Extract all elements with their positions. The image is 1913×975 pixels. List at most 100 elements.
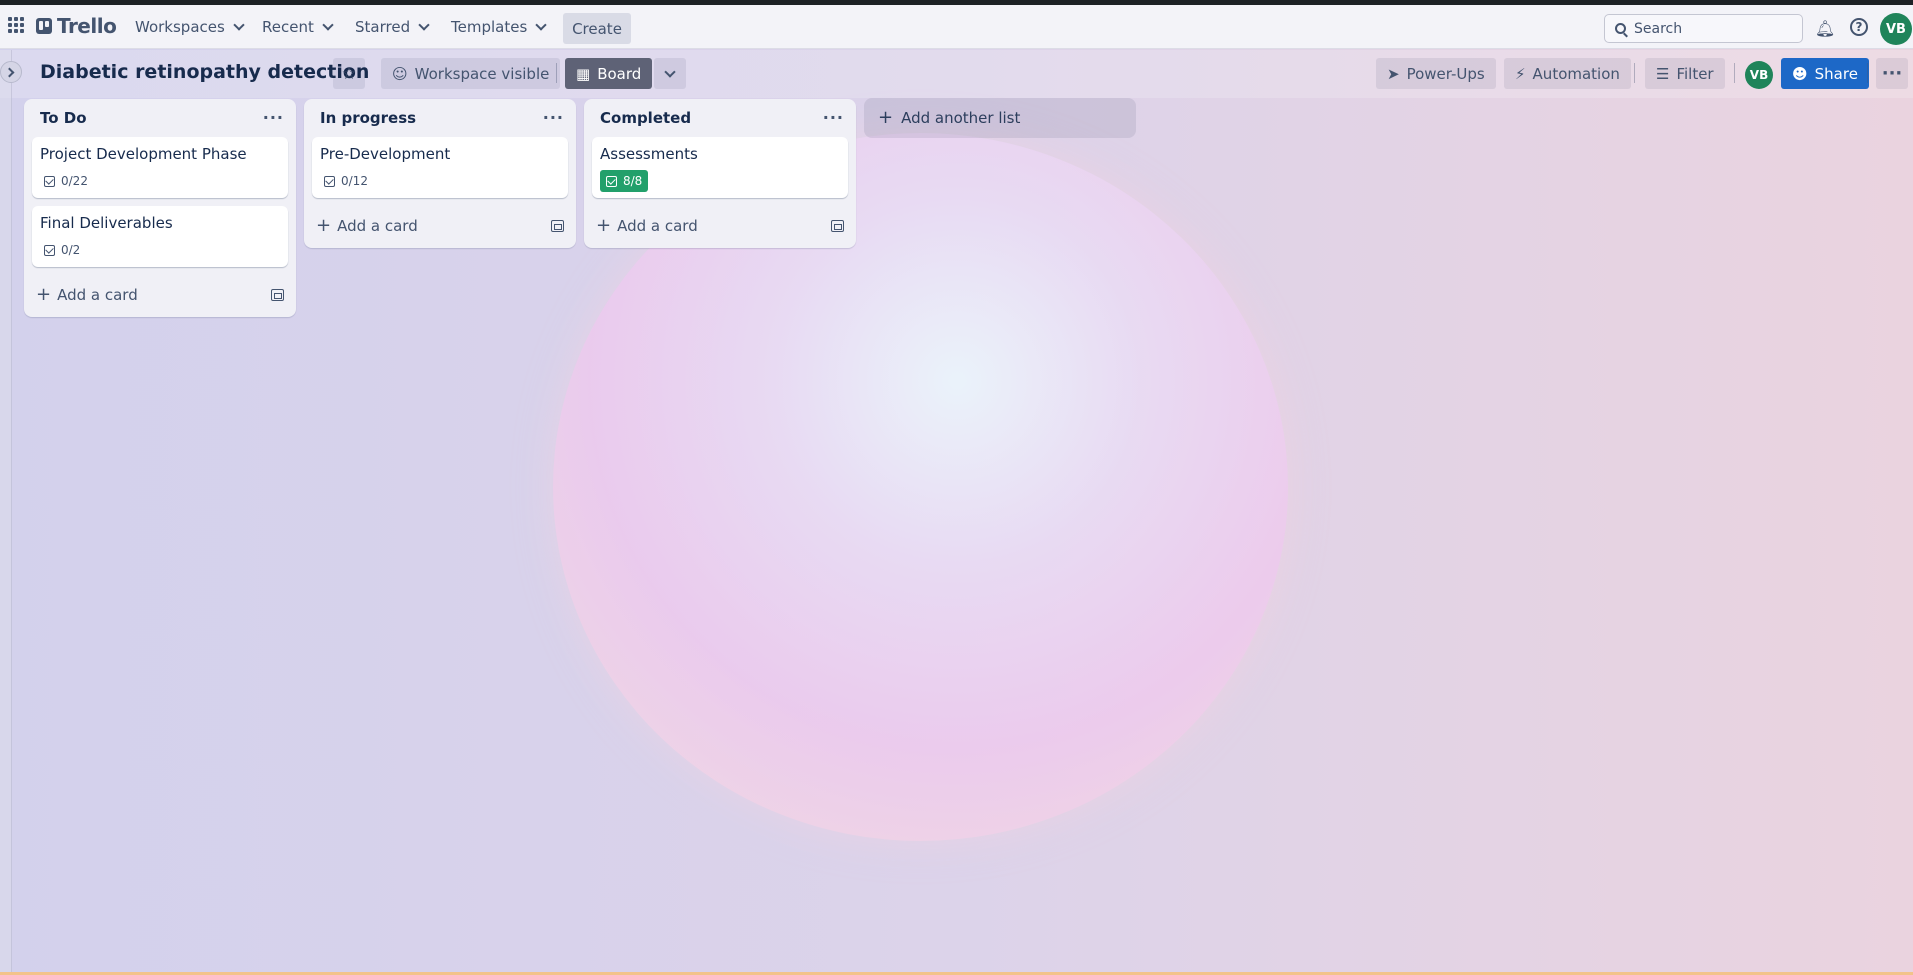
- plus-icon: +: [596, 215, 612, 236]
- card-title: Pre-Development: [320, 145, 451, 163]
- more-dots-icon: ···: [1881, 63, 1903, 84]
- add-card-button[interactable]: + Add a card: [36, 286, 138, 305]
- checklist-count: 8/8: [623, 174, 643, 188]
- rocket-icon: ➤: [1387, 64, 1400, 83]
- card-title: Assessments: [600, 145, 698, 163]
- board-title[interactable]: Diabetic retinopathy detection: [40, 61, 369, 83]
- card[interactable]: Project Development Phase 0/22: [32, 137, 288, 198]
- lightning-icon: ⚡︎: [1515, 64, 1526, 83]
- nav-workspaces-label: Workspaces: [135, 18, 225, 36]
- star-board-button[interactable]: ☆: [333, 58, 365, 89]
- share-person-icon: ☻: [1792, 64, 1808, 83]
- card[interactable]: Final Deliverables 0/2: [32, 206, 288, 267]
- chevron-down-icon: [535, 19, 547, 31]
- nav-templates[interactable]: Templates: [441, 13, 555, 41]
- list-title[interactable]: Completed: [600, 109, 691, 127]
- account-avatar[interactable]: VB: [1880, 13, 1912, 45]
- add-another-list-button[interactable]: + Add another list: [864, 98, 1136, 138]
- nav-recent[interactable]: Recent: [252, 13, 342, 41]
- divider: [556, 63, 557, 83]
- share-label: Share: [1814, 64, 1858, 83]
- card[interactable]: Pre-Development 0/12: [312, 137, 568, 198]
- create-button[interactable]: Create: [563, 13, 631, 44]
- views-dropdown-button[interactable]: [654, 58, 686, 89]
- create-from-template-icon[interactable]: [551, 220, 564, 232]
- filter-icon: ☰: [1656, 64, 1670, 83]
- filter-label: Filter: [1676, 64, 1714, 83]
- app-switcher-icon[interactable]: [8, 17, 26, 35]
- checklist-badge: 0/2: [40, 239, 84, 261]
- add-card-row: + Add a card: [304, 206, 576, 246]
- list-header: In progress ···: [304, 99, 576, 137]
- checklist-count: 0/2: [61, 243, 81, 257]
- trello-logo[interactable]: Trello: [36, 14, 117, 38]
- collapsed-sidebar: [0, 50, 12, 975]
- automation-label: Automation: [1532, 64, 1620, 83]
- nav-recent-label: Recent: [262, 18, 314, 36]
- board-view-button[interactable]: ▦ Board: [565, 58, 653, 89]
- nav-starred[interactable]: Starred: [345, 13, 438, 41]
- board-member-avatar[interactable]: VB: [1745, 61, 1773, 89]
- list-actions-icon[interactable]: ···: [823, 110, 844, 126]
- filter-button[interactable]: ☰ Filter: [1645, 58, 1725, 89]
- notifications-bell-icon[interactable]: 🔔︎: [1815, 18, 1835, 38]
- board-view-label: Board: [597, 64, 642, 83]
- help-icon[interactable]: ?: [1850, 18, 1868, 36]
- add-card-label: Add a card: [337, 217, 418, 235]
- list-title[interactable]: To Do: [40, 109, 87, 127]
- list-header: To Do ···: [24, 99, 296, 137]
- divider: [1634, 63, 1635, 83]
- checklist-icon: [44, 244, 55, 256]
- chevron-down-icon: [322, 19, 334, 31]
- people-icon: ☺: [392, 64, 408, 83]
- search-box[interactable]: [1604, 14, 1803, 43]
- add-card-row: + Add a card: [584, 206, 856, 246]
- visibility-label: Workspace visible: [414, 64, 550, 83]
- plus-icon: +: [316, 215, 332, 236]
- add-card-label: Add a card: [57, 286, 138, 304]
- search-icon: [1615, 23, 1626, 34]
- nav-starred-label: Starred: [355, 18, 411, 36]
- add-card-button[interactable]: + Add a card: [316, 215, 418, 236]
- board-view-icon: ▦: [576, 64, 591, 83]
- star-icon: ☆: [341, 63, 357, 84]
- checklist-badge-complete: 8/8: [600, 170, 649, 192]
- checklist-badge: 0/12: [320, 170, 372, 192]
- nav-templates-label: Templates: [451, 18, 528, 36]
- list-actions-icon[interactable]: ···: [263, 110, 284, 126]
- list-actions-icon[interactable]: ···: [543, 110, 564, 126]
- automation-button[interactable]: ⚡︎ Automation: [1504, 58, 1631, 89]
- list-title[interactable]: In progress: [320, 109, 416, 127]
- checklist-count: 0/12: [341, 174, 368, 188]
- checklist-badge: 0/22: [40, 170, 92, 192]
- list-header: Completed ···: [584, 99, 856, 137]
- create-from-template-icon[interactable]: [271, 289, 284, 301]
- visibility-button[interactable]: ☺ Workspace visible: [381, 58, 561, 89]
- add-card-button[interactable]: + Add a card: [596, 215, 698, 236]
- chevron-down-icon: [233, 19, 245, 31]
- board-menu-button[interactable]: ···: [1876, 58, 1908, 89]
- list-completed: Completed ··· Assessments 8/8 + Add a ca…: [584, 99, 856, 248]
- plus-icon: +: [878, 107, 894, 128]
- checklist-icon: [606, 175, 617, 187]
- card[interactable]: Assessments 8/8: [592, 137, 848, 198]
- add-card-row: + Add a card: [24, 275, 296, 315]
- share-button[interactable]: ☻ Share: [1781, 58, 1869, 89]
- checklist-icon: [44, 175, 55, 187]
- chevron-down-icon: [664, 65, 676, 78]
- expand-sidebar-button[interactable]: [0, 61, 22, 83]
- list-in-progress: In progress ··· Pre-Development 0/12 + A…: [304, 99, 576, 248]
- add-list-label: Add another list: [901, 109, 1021, 127]
- trello-logo-icon: [36, 18, 52, 34]
- chevron-down-icon: [418, 19, 430, 31]
- power-ups-button[interactable]: ➤ Power-Ups: [1376, 58, 1496, 89]
- divider: [1734, 63, 1735, 83]
- list-to-do: To Do ··· Project Development Phase 0/22…: [24, 99, 296, 317]
- checklist-count: 0/22: [61, 174, 88, 188]
- search-input[interactable]: [1634, 20, 1784, 37]
- card-title: Project Development Phase: [40, 145, 247, 163]
- checklist-icon: [324, 175, 335, 187]
- trello-logo-text: Trello: [57, 14, 117, 38]
- create-from-template-icon[interactable]: [831, 220, 844, 232]
- nav-workspaces[interactable]: Workspaces: [125, 13, 253, 41]
